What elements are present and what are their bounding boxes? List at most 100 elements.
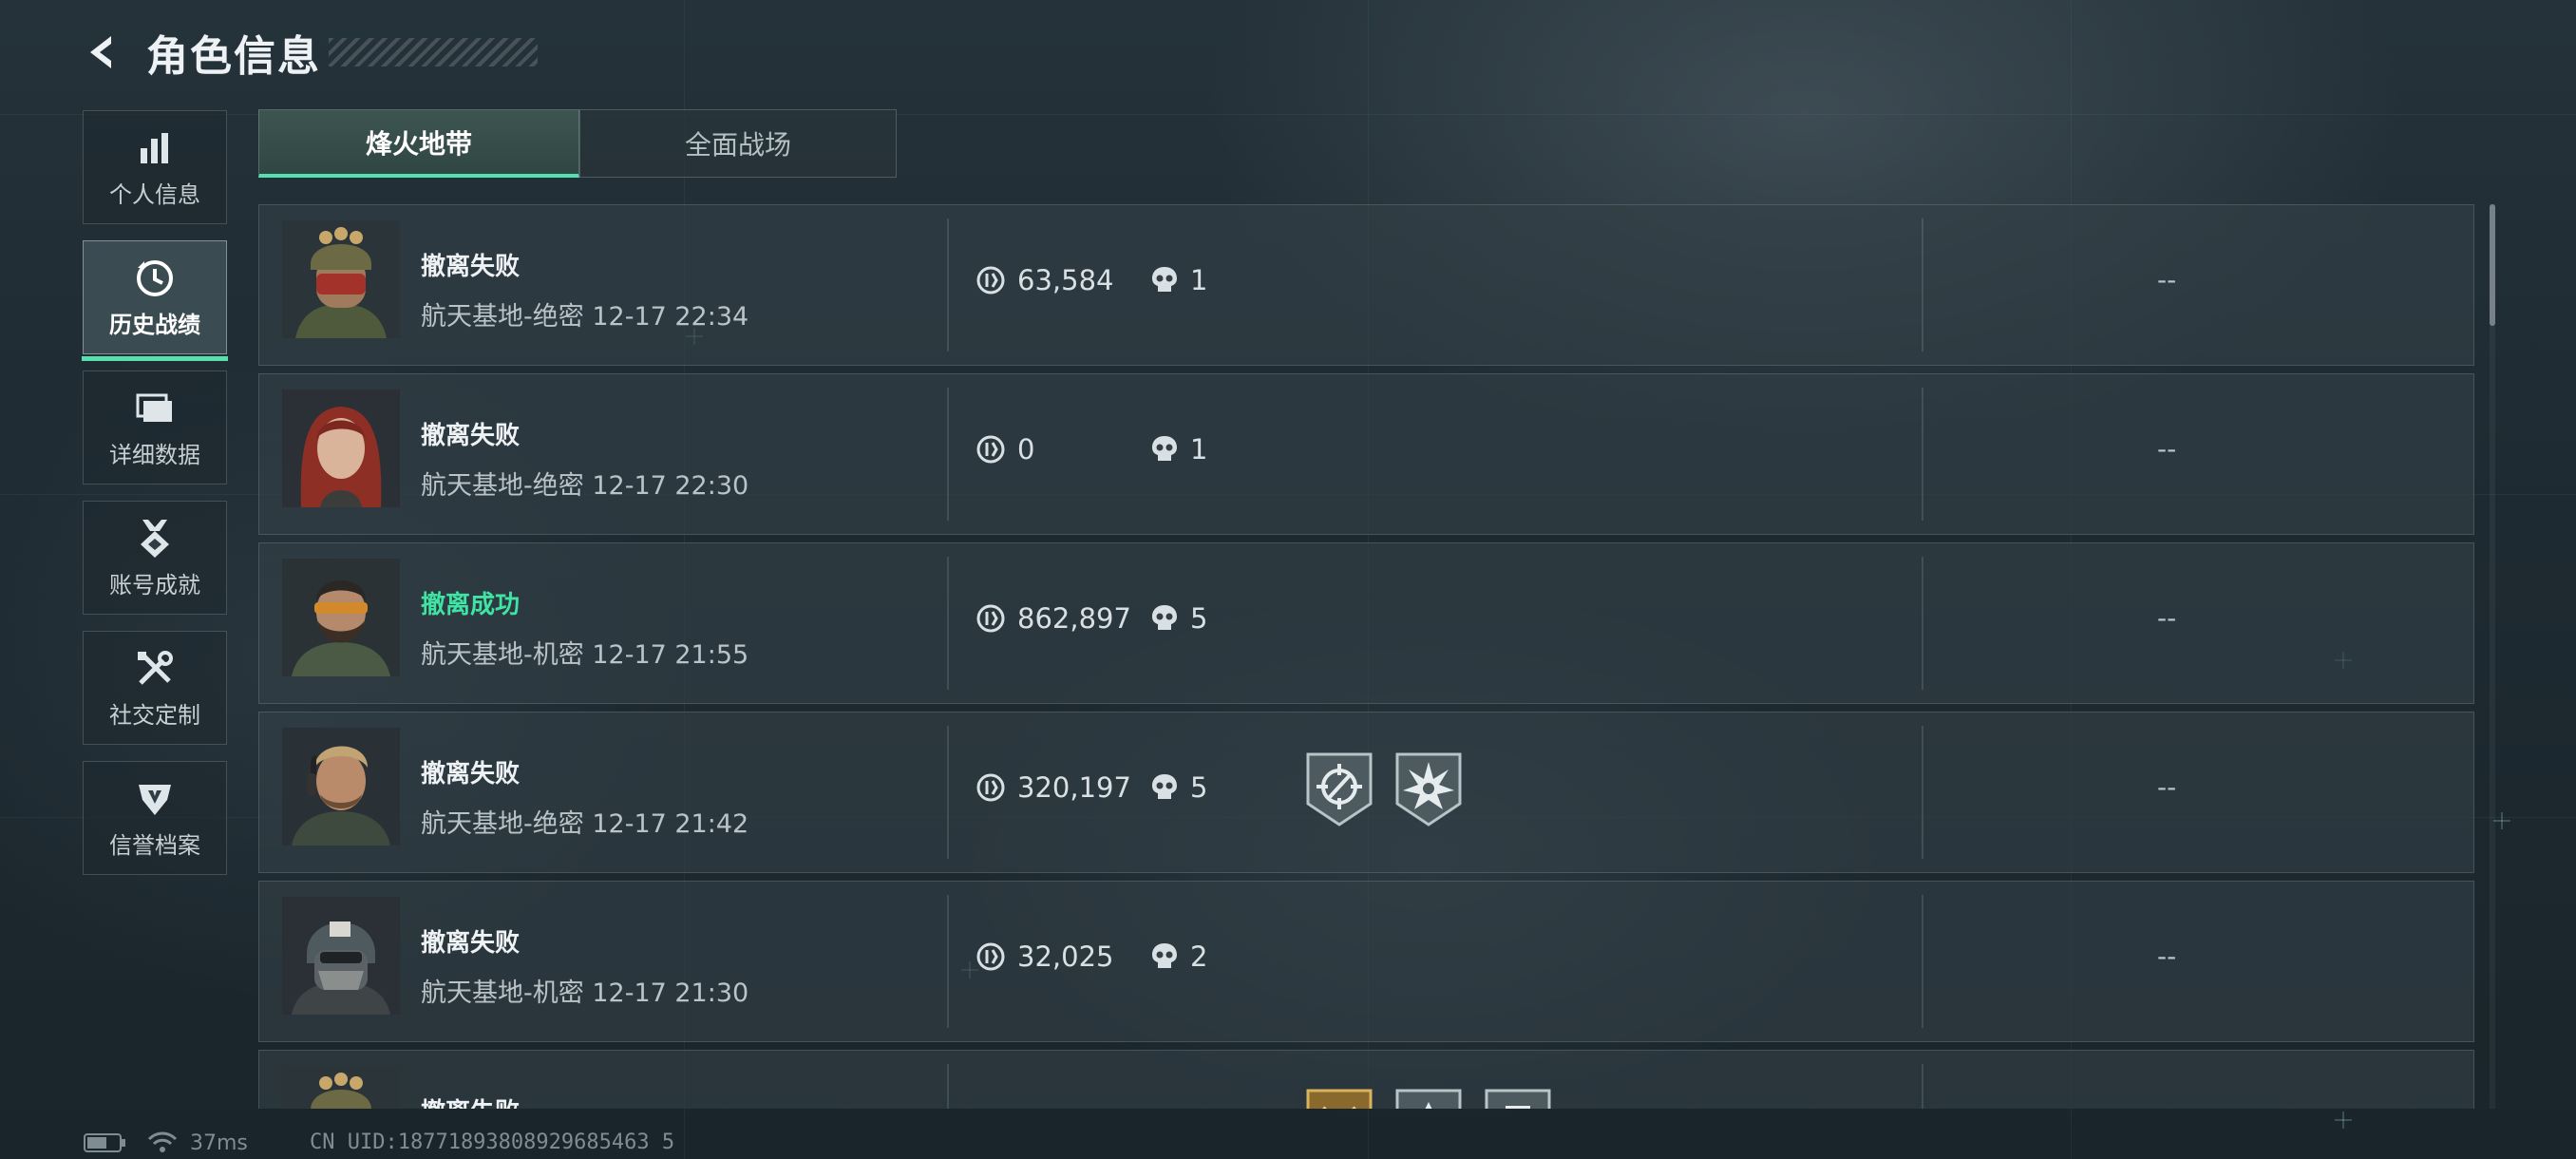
kills-stat: 5 bbox=[1150, 602, 1207, 635]
value-stat: 32,025 bbox=[975, 940, 1113, 973]
match-map-time: 航天基地-机密 12-17 21:30 bbox=[421, 972, 748, 1009]
match-record-row[interactable]: 撤离成功 航天基地-机密 12-17 21:55 862,897 5 -- bbox=[258, 542, 2474, 704]
skull-icon bbox=[1152, 605, 1177, 630]
page-title: 角色信息 bbox=[146, 32, 321, 81]
operator-avatar bbox=[282, 559, 400, 676]
sidebar-item-label: 账号成就 bbox=[109, 571, 200, 598]
coin-icon bbox=[976, 435, 1005, 464]
sidebar-item-label: 社交定制 bbox=[109, 701, 200, 729]
match-history-list[interactable]: 撤离失败 航天基地-绝密 12-17 22:34 63,584 1 -- 撤离失… bbox=[258, 204, 2474, 1109]
gold-rank-badge-icon[interactable] bbox=[1304, 1087, 1374, 1109]
network-ping: 37ms bbox=[190, 1130, 248, 1155]
silver-badge-icon[interactable] bbox=[1483, 1087, 1553, 1109]
device-status-bar: 37ms bbox=[84, 1130, 248, 1155]
column-divider bbox=[1922, 726, 1923, 859]
extraction-status: 撤离失败 bbox=[421, 422, 521, 450]
extra-info: -- bbox=[2157, 602, 2177, 634]
coin-icon bbox=[976, 604, 1005, 633]
tab-full-battlefield[interactable]: 全面战场 bbox=[579, 109, 897, 178]
column-divider bbox=[947, 895, 949, 1028]
extraction-status: 撤离失败 bbox=[421, 253, 521, 281]
value-stat: 0 bbox=[975, 433, 1034, 466]
map-name: 航天基地-绝密 bbox=[421, 302, 584, 332]
match-record-row[interactable]: 撤离失败 航天基地-绝密 12-17 21:42 320,197 5 -- bbox=[258, 712, 2474, 873]
coin-icon bbox=[976, 942, 1005, 971]
skull-icon bbox=[1152, 774, 1177, 799]
asset-value: 63,584 bbox=[1017, 264, 1114, 296]
medal-icon bbox=[141, 519, 169, 558]
operator-avatar bbox=[282, 390, 400, 507]
sidebar-item-reputation[interactable]: 信誉档案 bbox=[83, 761, 227, 875]
chevron-left-icon bbox=[90, 36, 111, 68]
map-name: 航天基地-绝密 bbox=[421, 809, 584, 839]
match-time: 12-17 21:30 bbox=[592, 978, 749, 1008]
kill-count: 1 bbox=[1190, 264, 1208, 296]
match-time: 12-17 22:30 bbox=[592, 471, 749, 501]
column-divider bbox=[1922, 1064, 1923, 1109]
sidebar-item-label: 详细数据 bbox=[109, 441, 200, 468]
column-divider bbox=[947, 1064, 949, 1109]
battery-icon bbox=[84, 1133, 125, 1152]
back-button[interactable] bbox=[78, 28, 127, 77]
sidebar-item-achievements[interactable]: 账号成就 bbox=[83, 501, 227, 615]
kill-count: 1 bbox=[1190, 433, 1208, 466]
silver-badge-icon[interactable] bbox=[1393, 1087, 1464, 1109]
sidebar-item-label: 信誉档案 bbox=[109, 831, 200, 859]
mode-tabs: 烽火地带 全面战场 bbox=[258, 109, 897, 178]
skull-icon bbox=[1152, 943, 1177, 968]
coin-icon bbox=[976, 266, 1005, 294]
crosshair-badge-icon[interactable] bbox=[1304, 750, 1374, 828]
match-record-row[interactable]: 撤离失败 bbox=[258, 1050, 2474, 1109]
match-time: 12-17 21:55 bbox=[592, 640, 749, 670]
operator-avatar bbox=[282, 728, 400, 846]
burst-badge-icon[interactable] bbox=[1393, 750, 1464, 828]
tools-icon bbox=[138, 650, 173, 685]
operator-avatar bbox=[282, 897, 400, 1015]
extraction-status: 撤离成功 bbox=[421, 591, 521, 619]
value-stat: 862,897 bbox=[975, 602, 1131, 635]
tab-hazard-zone[interactable]: 烽火地带 bbox=[258, 109, 579, 178]
match-map-time: 航天基地-绝密 12-17 21:42 bbox=[421, 803, 748, 840]
asset-value: 320,197 bbox=[1017, 771, 1131, 804]
kills-stat: 2 bbox=[1150, 940, 1207, 973]
extraction-status: 撤离失败 bbox=[421, 1092, 520, 1109]
map-name: 航天基地-机密 bbox=[421, 978, 584, 1008]
extra-info: -- bbox=[2157, 433, 2177, 465]
asset-value: 0 bbox=[1017, 433, 1035, 466]
bg-crosshair-mark bbox=[2335, 1112, 2352, 1129]
list-scrollbar[interactable] bbox=[2490, 204, 2495, 1109]
column-divider bbox=[947, 726, 949, 859]
sidebar-nav: 个人信息 历史战绩 详细数据 账号成就 社交定制 信誉档案 bbox=[82, 110, 229, 891]
column-divider bbox=[1922, 218, 1923, 352]
kill-count: 2 bbox=[1190, 940, 1208, 973]
sidebar-item-match-history[interactable]: 历史战绩 bbox=[82, 240, 228, 361]
match-record-row[interactable]: 撤离失败 航天基地-机密 12-17 21:30 32,025 2 -- bbox=[258, 881, 2474, 1042]
sidebar-item-detailed-data[interactable]: 详细数据 bbox=[83, 370, 227, 484]
asset-value: 862,897 bbox=[1017, 602, 1131, 635]
extraction-status: 撤离失败 bbox=[421, 929, 521, 958]
bg-crosshair-mark bbox=[2493, 812, 2510, 829]
kills-stat: 1 bbox=[1150, 433, 1207, 466]
column-divider bbox=[1922, 895, 1923, 1028]
value-stat: 63,584 bbox=[975, 264, 1113, 296]
page-header: 角色信息 bbox=[78, 21, 538, 84]
asset-value: 32,025 bbox=[1017, 940, 1114, 973]
match-time: 12-17 22:34 bbox=[592, 302, 749, 332]
sidebar-item-social-custom[interactable]: 社交定制 bbox=[83, 631, 227, 745]
wifi-icon bbox=[147, 1131, 178, 1152]
kill-count: 5 bbox=[1190, 771, 1208, 804]
column-divider bbox=[1922, 388, 1923, 521]
shield-emblem-icon bbox=[139, 784, 171, 815]
column-divider bbox=[947, 218, 949, 352]
operator-avatar bbox=[282, 1066, 400, 1109]
match-map-time: 航天基地-绝密 12-17 22:34 bbox=[421, 295, 748, 332]
match-record-row[interactable]: 撤离失败 航天基地-绝密 12-17 22:34 63,584 1 -- bbox=[258, 204, 2474, 366]
extra-info: -- bbox=[2157, 264, 2177, 295]
match-record-row[interactable]: 撤离失败 航天基地-绝密 12-17 22:30 0 1 -- bbox=[258, 373, 2474, 535]
scrollbar-thumb[interactable] bbox=[2490, 204, 2495, 326]
match-time: 12-17 21:42 bbox=[592, 809, 749, 839]
bar-chart-icon bbox=[141, 132, 168, 163]
sidebar-item-personal-info[interactable]: 个人信息 bbox=[83, 110, 227, 224]
folder-stack-icon bbox=[136, 393, 172, 422]
clock-history-icon bbox=[137, 259, 173, 296]
